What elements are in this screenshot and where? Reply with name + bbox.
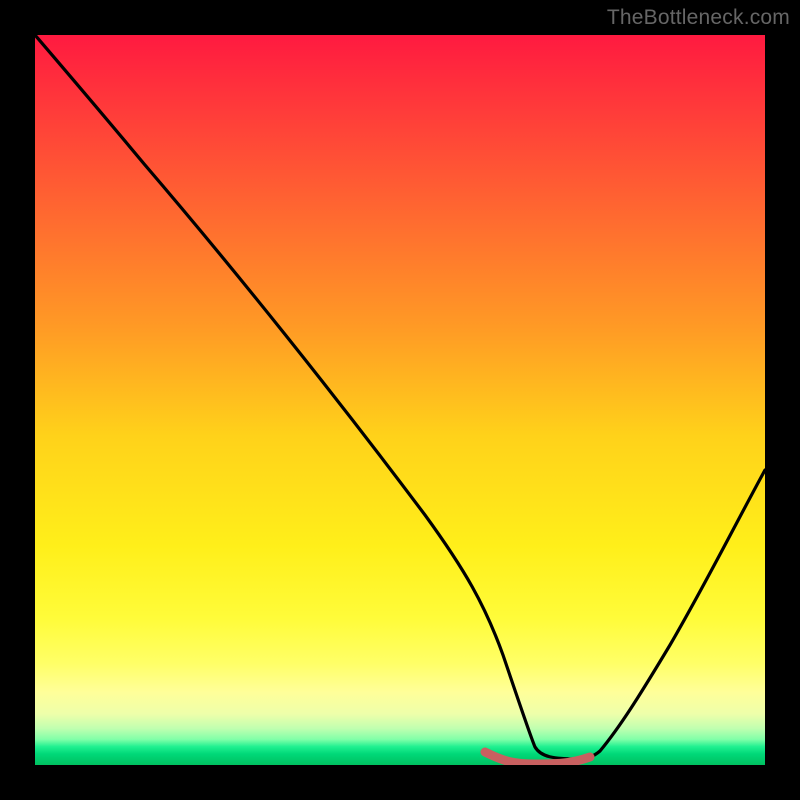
bottleneck-curve-path xyxy=(35,35,765,759)
curve-layer xyxy=(35,35,765,765)
valley-marker-path xyxy=(485,752,590,764)
plot-area xyxy=(35,35,765,765)
watermark-text: TheBottleneck.com xyxy=(607,6,790,30)
chart-frame: TheBottleneck.com xyxy=(0,0,800,800)
